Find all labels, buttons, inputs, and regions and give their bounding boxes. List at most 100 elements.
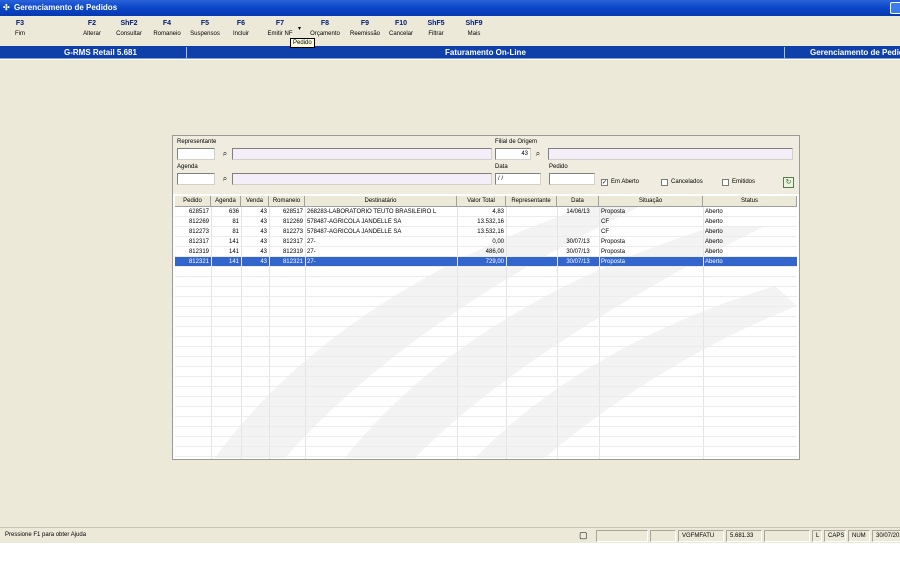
cancelados-checkbox[interactable] bbox=[661, 179, 668, 186]
column-header-agenda[interactable]: Agenda bbox=[211, 196, 241, 207]
screen-name: Gerenciamento de Pedidos bbox=[810, 48, 900, 57]
toolbar-button-orcamento[interactable]: F8 Orçamento bbox=[305, 19, 345, 39]
orders-table: Pedido Agenda Venda Romaneio Destinatário Val… bbox=[175, 196, 797, 459]
row-divider bbox=[175, 286, 797, 287]
column-divider bbox=[599, 207, 600, 459]
column-header-pedido[interactable]: Pedido bbox=[175, 196, 211, 207]
row-divider bbox=[175, 256, 797, 257]
toolbar-button-suspensos[interactable]: F5 Suspensos bbox=[187, 19, 223, 39]
toolbar-button-consultar[interactable]: ShF2 Consultar bbox=[112, 19, 146, 39]
toolbar-button-filtrar[interactable]: ShF5 Filtrar bbox=[422, 19, 450, 39]
row-divider bbox=[175, 226, 797, 227]
function-key: F2 bbox=[87, 20, 97, 27]
column-header-data[interactable]: Data bbox=[557, 196, 599, 207]
row-divider bbox=[175, 336, 797, 337]
window-control-button[interactable] bbox=[890, 2, 900, 14]
function-key: F9 bbox=[360, 20, 370, 27]
row-divider bbox=[175, 306, 797, 307]
function-key: ShF2 bbox=[120, 20, 138, 27]
toolbar-button-incluir[interactable]: F6 Incluir bbox=[227, 19, 255, 39]
agenda-code-field[interactable] bbox=[177, 173, 215, 185]
row-divider bbox=[175, 276, 797, 277]
column-header-venda[interactable]: Venda bbox=[241, 196, 269, 207]
filial-name-field[interactable] bbox=[548, 148, 793, 160]
row-divider bbox=[175, 296, 797, 297]
desktop-strip bbox=[0, 543, 900, 562]
row-divider bbox=[175, 366, 797, 367]
divider bbox=[784, 47, 785, 58]
em-aberto-checkbox[interactable]: ✓ bbox=[601, 179, 608, 186]
toolbar-button-cancelar[interactable]: F10 Cancelar bbox=[385, 19, 417, 39]
function-label: Alterar bbox=[83, 31, 101, 37]
column-divider bbox=[557, 207, 558, 459]
column-header-situacao[interactable]: Situação bbox=[599, 196, 703, 207]
row-divider bbox=[175, 246, 797, 247]
column-divider bbox=[703, 207, 704, 459]
window-title: Gerenciamento de Pedidos bbox=[14, 3, 118, 12]
row-divider bbox=[175, 406, 797, 407]
row-divider bbox=[175, 396, 797, 397]
column-header-representante[interactable]: Representante bbox=[506, 196, 557, 207]
agenda-name-field[interactable] bbox=[232, 173, 492, 185]
emitidos-checkbox[interactable] bbox=[722, 179, 729, 186]
row-divider bbox=[175, 346, 797, 347]
binoculars-icon[interactable]: ⌕ bbox=[220, 149, 230, 159]
title-bar: ✣ Gerenciamento de Pedidos bbox=[0, 0, 900, 16]
function-key-toolbar: F3 Fim F2 Alterar ShF2 Consultar F4 Roma… bbox=[0, 16, 900, 46]
row-divider bbox=[175, 416, 797, 417]
function-label: Filtrar bbox=[428, 31, 444, 37]
pedido-field[interactable] bbox=[549, 173, 595, 185]
orders-panel: Representante ⌕ Filial de Origem 43 ⌕ Ag… bbox=[172, 135, 800, 460]
function-label: Fim bbox=[15, 31, 25, 37]
column-header-destinatario[interactable]: Destinatário bbox=[305, 196, 457, 207]
data-field[interactable]: / / bbox=[495, 173, 541, 185]
binoculars-icon[interactable]: ⌕ bbox=[533, 149, 543, 159]
function-label: Incluir bbox=[232, 31, 249, 37]
function-key: F6 bbox=[236, 20, 246, 27]
toolbar-button-romaneio[interactable]: F4 Romaneio bbox=[149, 19, 185, 39]
row-divider bbox=[175, 386, 797, 387]
version-number: 5.681.33 bbox=[726, 530, 762, 542]
pedido-label: Pedido bbox=[549, 164, 568, 170]
clipboard-icon: ▢ bbox=[579, 530, 588, 540]
column-divider bbox=[211, 207, 212, 459]
toolbar-button-mais[interactable]: ShF9 Mais bbox=[460, 19, 488, 39]
toolbar-button-alterar[interactable]: F2 Alterar bbox=[76, 19, 108, 39]
toolbar-button-fim[interactable]: F3 Fim bbox=[6, 19, 34, 39]
representante-code-field[interactable] bbox=[177, 148, 215, 160]
function-label: Mais bbox=[467, 31, 481, 37]
toolbar-button-emitir-nf[interactable]: F7 Emitir NF bbox=[263, 19, 297, 39]
column-header-romaneio[interactable]: Romaneio bbox=[269, 196, 305, 207]
function-key: F4 bbox=[162, 20, 172, 27]
main-area: Representante ⌕ Filial de Origem 43 ⌕ Ag… bbox=[0, 60, 900, 527]
refresh-icon[interactable]: ↻ bbox=[783, 177, 794, 188]
filial-code-field[interactable]: 43 bbox=[495, 148, 531, 160]
toolbar-button-reemissao[interactable]: F9 Reemissão bbox=[345, 19, 385, 39]
filial-label: Filial de Origem bbox=[495, 139, 538, 145]
tooltip: Pedido bbox=[290, 38, 315, 48]
row-divider bbox=[175, 236, 797, 237]
function-key: ShF9 bbox=[465, 20, 483, 27]
num-indicator: NUM bbox=[848, 530, 870, 542]
dropdown-arrow-icon[interactable]: ▾ bbox=[298, 25, 301, 32]
cancelados-label: Cancelados bbox=[671, 179, 703, 185]
table-header: Pedido Agenda Venda Romaneio Destinatário Val… bbox=[175, 196, 797, 207]
filter-area: Representante ⌕ Filial de Origem 43 ⌕ Ag… bbox=[173, 136, 799, 194]
column-divider bbox=[305, 207, 306, 459]
function-key: F3 bbox=[15, 20, 25, 27]
representante-name-field[interactable] bbox=[232, 148, 492, 160]
function-label: Cancelar bbox=[388, 31, 413, 37]
app-icon: ✣ bbox=[3, 3, 10, 12]
column-header-status[interactable]: Status bbox=[703, 196, 797, 207]
info-bar: G-RMS Retail 5.681 Faturamento On-Line G… bbox=[0, 46, 900, 59]
emitidos-label: Emitidos bbox=[732, 179, 756, 185]
column-divider bbox=[457, 207, 458, 459]
date-indicator: 30/07/2013 bbox=[872, 530, 900, 542]
row-divider bbox=[175, 266, 797, 267]
function-key: ShF5 bbox=[427, 20, 445, 27]
binoculars-icon[interactable]: ⌕ bbox=[220, 174, 230, 184]
data-label: Data bbox=[495, 164, 508, 170]
status-bar: Pressione F1 para obter Ajuda ▢ VGFMFATU… bbox=[0, 527, 900, 543]
help-text: Pressione F1 para obter Ajuda bbox=[5, 532, 87, 538]
column-header-valor-total[interactable]: Valor Total bbox=[457, 196, 506, 207]
